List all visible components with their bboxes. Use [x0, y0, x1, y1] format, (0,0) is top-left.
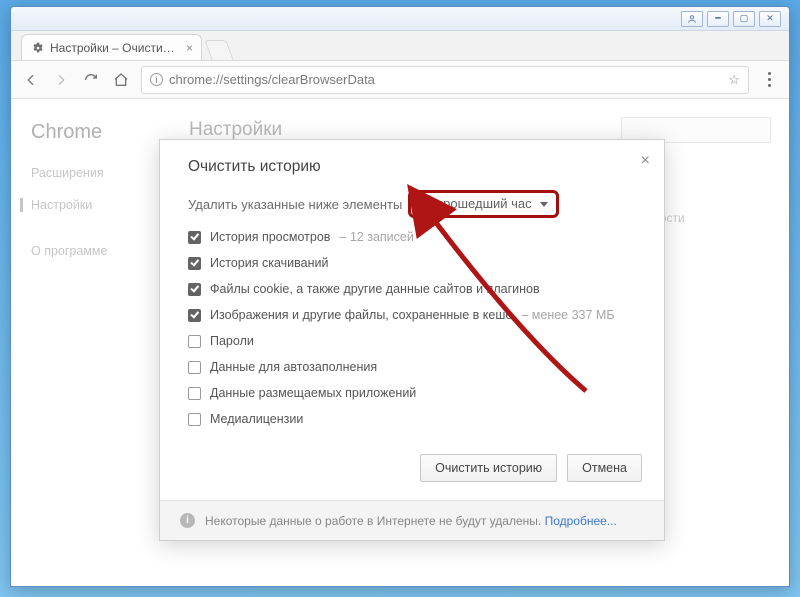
checkbox-row: История скачиваний — [188, 256, 640, 270]
checkbox-row: Пароли — [188, 334, 640, 348]
checkbox-label: История скачиваний — [210, 256, 328, 270]
chrome-brand-label: Chrome — [31, 121, 107, 144]
bookmark-star-icon[interactable]: ☆ — [728, 72, 740, 88]
checkbox-label: Данные размещаемых приложений — [210, 386, 416, 400]
new-tab-button[interactable] — [204, 40, 233, 60]
checkbox-row: История просмотров – 12 записей — [188, 230, 640, 244]
checkbox-label: Файлы cookie, а также другие данные сайт… — [210, 282, 540, 296]
dialog-title: Очистить историю — [188, 158, 640, 176]
checkbox-label: Медиалицензии — [210, 412, 303, 426]
checkbox[interactable] — [188, 309, 201, 322]
checkbox[interactable] — [188, 257, 201, 270]
checkbox[interactable] — [188, 387, 201, 400]
sidebar-item-settings[interactable]: Настройки — [20, 198, 107, 212]
gear-icon — [30, 41, 44, 55]
back-button[interactable] — [21, 70, 41, 90]
chrome-window: ━ ▢ ✕ Настройки – Очистить и × i chrome:… — [10, 6, 790, 587]
checkbox-row: Данные для автозаполнения — [188, 360, 640, 374]
sidebar-item-extensions[interactable]: Расширения — [31, 166, 107, 180]
learn-more-link[interactable]: Подробнее... — [545, 514, 617, 528]
tab-strip: Настройки – Очистить и × — [11, 31, 789, 61]
checkbox[interactable] — [188, 361, 201, 374]
clear-data-button[interactable]: Очистить историю — [420, 454, 557, 482]
clear-browsing-data-dialog: Очистить историю × Удалить указанные ниж… — [159, 139, 665, 541]
sidebar-item-about[interactable]: О программе — [31, 244, 107, 258]
window-titlebar: ━ ▢ ✕ — [11, 7, 789, 31]
toolbar: i chrome://settings/clearBrowserData ☆ — [11, 61, 789, 99]
window-minimize-button[interactable]: ━ — [707, 11, 729, 27]
checkbox-row: Изображения и другие файлы, сохраненные … — [188, 308, 640, 322]
checkbox-extra: – 12 записей — [339, 230, 413, 244]
reload-button[interactable] — [81, 70, 101, 90]
window-maximize-button[interactable]: ▢ — [733, 11, 755, 27]
tab-close-icon[interactable]: × — [186, 41, 193, 55]
window-user-icon[interactable] — [681, 11, 703, 27]
forward-button[interactable] — [51, 70, 71, 90]
checkbox-row: Медиалицензии — [188, 412, 640, 426]
checkbox-label: Изображения и другие файлы, сохраненные … — [210, 308, 512, 322]
checkbox-row: Данные размещаемых приложений — [188, 386, 640, 400]
footer-text: Некоторые данные о работе в Интернете не… — [205, 514, 541, 528]
checkbox-list: История просмотров – 12 записей История с… — [188, 230, 640, 426]
checkbox-row: Файлы cookie, а также другие данные сайт… — [188, 282, 640, 296]
tab-title: Настройки – Очистить и — [50, 41, 180, 55]
time-range-select[interactable]: за прошедший час — [408, 190, 558, 218]
dialog-close-button[interactable]: × — [641, 152, 650, 170]
cancel-button[interactable]: Отмена — [567, 454, 642, 482]
page-title: Настройки — [189, 119, 282, 141]
site-info-icon[interactable]: i — [150, 73, 163, 86]
dialog-footer: i Некоторые данные о работе в Интернете … — [160, 500, 664, 540]
settings-sidebar: Chrome Расширения Настройки О программе — [31, 121, 107, 258]
home-button[interactable] — [111, 70, 131, 90]
url-text: chrome://settings/clearBrowserData — [169, 72, 375, 87]
checkbox-label: Пароли — [210, 334, 254, 348]
window-close-button[interactable]: ✕ — [759, 11, 781, 27]
browser-tab[interactable]: Настройки – Очистить и × — [21, 34, 202, 60]
dialog-prompt-label: Удалить указанные ниже элементы — [188, 197, 402, 212]
checkbox[interactable] — [188, 231, 201, 244]
address-bar[interactable]: i chrome://settings/clearBrowserData ☆ — [141, 66, 749, 94]
checkbox-extra: – менее 337 МБ — [521, 308, 614, 322]
checkbox[interactable] — [188, 413, 201, 426]
page-content: Chrome Расширения Настройки О программе … — [11, 99, 789, 586]
chrome-menu-button[interactable] — [759, 70, 779, 90]
checkbox[interactable] — [188, 335, 201, 348]
checkbox-label: История просмотров — [210, 230, 330, 244]
checkbox[interactable] — [188, 283, 201, 296]
checkbox-label: Данные для автозаполнения — [210, 360, 377, 374]
info-icon: i — [180, 513, 195, 528]
